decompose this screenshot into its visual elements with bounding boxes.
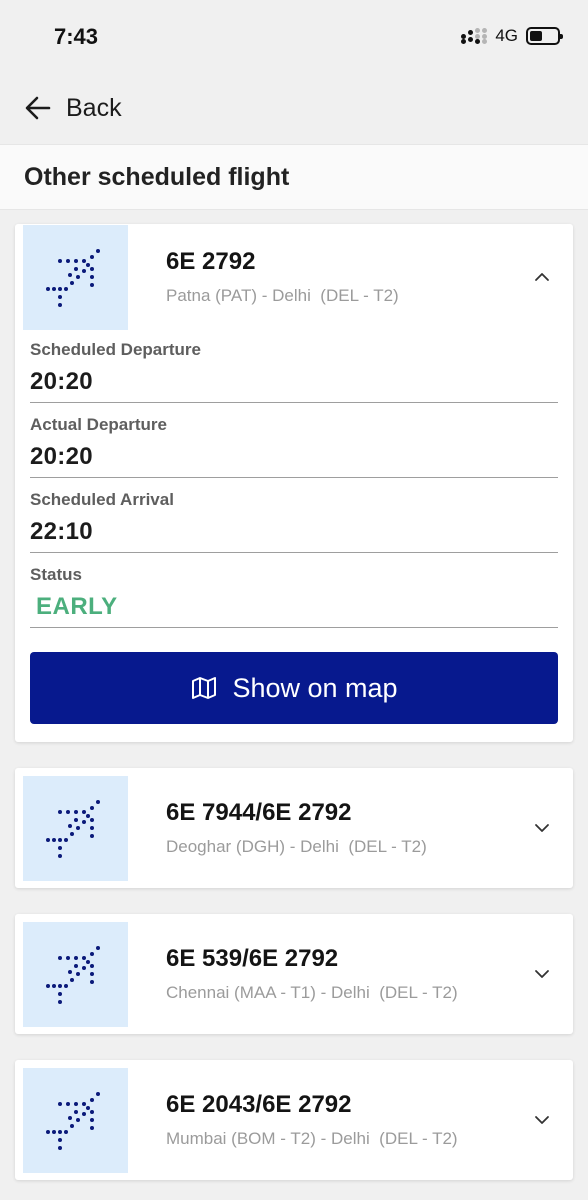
flight-info: 6E 7944/6E 2792 Deoghar (DGH) - Delhi (D…: [166, 799, 427, 857]
flight-number: 6E 2792: [166, 248, 256, 275]
status-icons: 4G: [461, 26, 563, 46]
field-label: Scheduled Arrival: [30, 490, 174, 509]
status-bar: 7:43 4G: [0, 0, 588, 72]
flight-number: 6E 539/6E 2792: [166, 945, 339, 972]
battery-icon: [526, 27, 563, 45]
flight-card: 6E 2792 Patna (PAT) - Delhi (DEL - T2) S…: [15, 224, 573, 742]
flight-card-header[interactable]: 6E 539/6E 2792 Chennai (MAA - T1) - Delh…: [15, 914, 573, 1034]
scheduled-departure-value: 20:20: [30, 368, 93, 395]
nav-bar: Back: [0, 72, 588, 144]
chevron-up-icon[interactable]: [533, 268, 551, 286]
field-label: Status: [30, 565, 82, 584]
section-header: Other scheduled flight: [0, 144, 588, 210]
network-label: 4G: [495, 26, 518, 45]
flight-number: 6E 7944/6E 2792: [166, 799, 352, 826]
scheduled-departure-field: Scheduled Departure 20:20: [30, 338, 558, 403]
flight-status-screen: 7:43 4G Back Other scheduled flight 6E 2…: [0, 0, 588, 1200]
flight-route: Patna (PAT) - Delhi (DEL - T2): [166, 286, 399, 305]
flight-route: Deoghar (DGH) - Delhi (DEL - T2): [166, 837, 427, 856]
actual-departure-value: 20:20: [30, 443, 93, 470]
scheduled-arrival-field: Scheduled Arrival 22:10: [30, 488, 558, 553]
status-time: 7:43: [54, 24, 99, 49]
scheduled-arrival-value: 22:10: [30, 518, 93, 545]
flight-card-header[interactable]: 6E 2043/6E 2792 Mumbai (BOM - T2) - Delh…: [15, 1060, 573, 1180]
chevron-down-icon[interactable]: [533, 965, 551, 983]
flight-card-header[interactable]: 6E 2792 Patna (PAT) - Delhi (DEL - T2): [15, 224, 573, 330]
flight-card: 6E 7944/6E 2792 Deoghar (DGH) - Delhi (D…: [15, 768, 573, 888]
flight-info: 6E 539/6E 2792 Chennai (MAA - T1) - Delh…: [166, 945, 458, 1003]
flight-route: Mumbai (BOM - T2) - Delhi (DEL - T2): [166, 1129, 458, 1148]
flight-route: Chennai (MAA - T1) - Delhi (DEL - T2): [166, 983, 458, 1002]
show-on-map-label: Show on map: [232, 672, 398, 703]
back-label: Back: [66, 93, 122, 122]
section-title: Other scheduled flight: [24, 162, 290, 191]
flight-info: 6E 2792 Patna (PAT) - Delhi (DEL - T2): [166, 248, 399, 306]
field-label: Scheduled Departure: [30, 340, 201, 359]
flight-number: 6E 2043/6E 2792: [166, 1091, 352, 1118]
plane-dots-icon: [45, 946, 100, 1004]
flight-thumbnail: [23, 775, 128, 881]
plane-dots-icon: [45, 1092, 100, 1150]
chevron-down-icon[interactable]: [533, 819, 551, 837]
arrow-left-icon: [25, 96, 51, 120]
flight-details: Scheduled Departure 20:20 Actual Departu…: [15, 330, 573, 742]
actual-departure-field: Actual Departure 20:20: [30, 413, 558, 478]
plane-dots-icon: [45, 249, 100, 307]
flight-thumbnail: [23, 224, 128, 330]
back-button[interactable]: Back: [24, 94, 122, 123]
flight-card: 6E 539/6E 2792 Chennai (MAA - T1) - Delh…: [15, 914, 573, 1034]
field-label: Actual Departure: [30, 415, 167, 434]
signal-icon: [461, 28, 488, 44]
flight-thumbnail: [23, 1067, 128, 1173]
flight-thumbnail: [23, 921, 128, 1027]
flight-card-header[interactable]: 6E 7944/6E 2792 Deoghar (DGH) - Delhi (D…: [15, 768, 573, 888]
flight-info: 6E 2043/6E 2792 Mumbai (BOM - T2) - Delh…: [166, 1091, 458, 1149]
chevron-down-icon[interactable]: [533, 1111, 551, 1129]
map-icon: [192, 677, 217, 699]
flight-card: 6E 2043/6E 2792 Mumbai (BOM - T2) - Delh…: [15, 1060, 573, 1180]
status-field: Status EARLY: [30, 563, 558, 628]
status-badge: EARLY: [36, 593, 118, 620]
plane-dots-icon: [45, 800, 100, 858]
show-on-map-button[interactable]: Show on map: [30, 652, 558, 724]
